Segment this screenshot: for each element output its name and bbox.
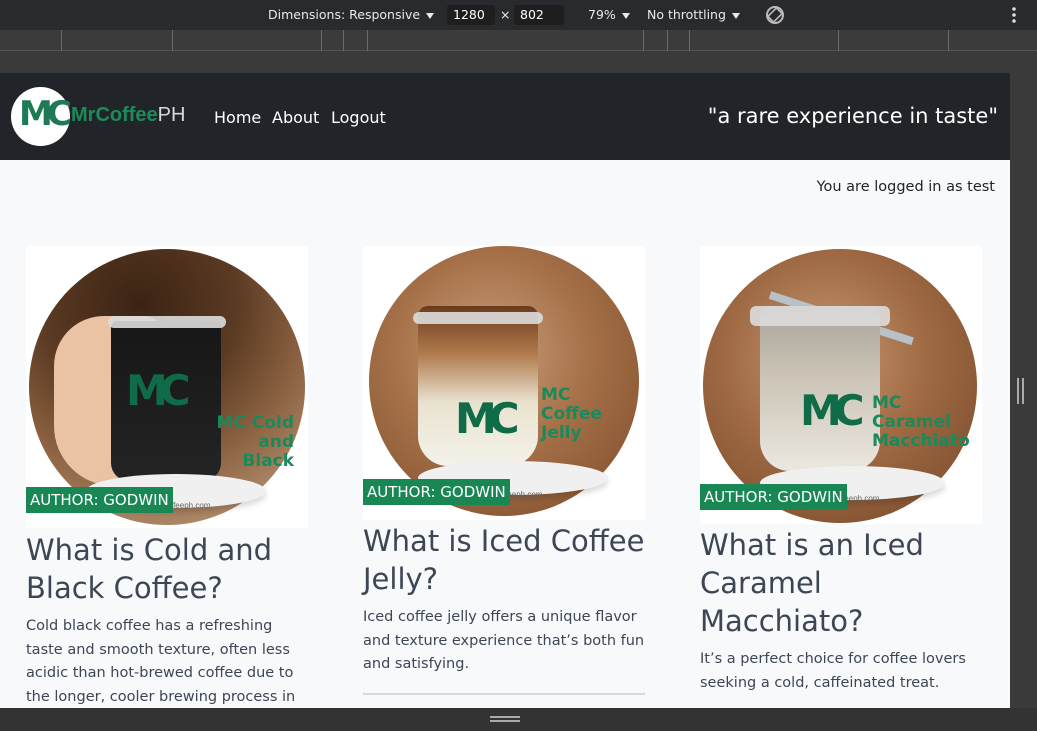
zoom-label: 79% (588, 7, 616, 22)
post-excerpt: Iced coffee jelly offers a unique flavor… (363, 609, 645, 672)
page-viewport: MC MrCoffeePH Home About Logout "a rare … (0, 73, 1010, 708)
post-title[interactable]: What is an Iced Caramel Macchiato? (700, 526, 982, 640)
tagline: "a rare experience in taste" (707, 104, 998, 128)
cup-lid (108, 316, 226, 328)
bottom-resize-handle-line (490, 720, 520, 722)
logo-mark: MC (19, 94, 72, 134)
rotate-icon[interactable] (763, 4, 787, 26)
zoom-dropdown[interactable]: 79% (588, 7, 630, 22)
cup-lid (750, 306, 890, 326)
post-card: MC MC Cold and Black ffeeph.com AUTHOR: … (26, 246, 308, 708)
dimensions-label: Dimensions: Responsive (268, 7, 421, 22)
brand-main: MrCoffee (71, 104, 158, 126)
post-card: MC MC Caramel Macchiato ffeeph.com AUTHO… (700, 246, 982, 695)
brand-suffix: PH (157, 104, 186, 126)
top-gutter (0, 51, 1037, 73)
product-label: MC Caramel Macchiato (872, 393, 970, 451)
width-input[interactable]: 1280 (447, 5, 495, 25)
product-label: MC Cold and Black (216, 413, 294, 471)
image-site-text: ffeeph.com (171, 501, 211, 510)
cup-logo-text: MC (126, 366, 191, 415)
bottom-resize-handle[interactable] (490, 716, 520, 718)
post-card: MC MC Coffee Jelly ffeeph.com AUTHOR: GO… (363, 246, 645, 695)
height-input[interactable]: 802 (514, 5, 564, 25)
author-badge: AUTHOR: GODWIN (26, 487, 173, 513)
post-image: MC MC Caramel Macchiato ffeeph.com AUTHO… (700, 246, 982, 524)
post-title[interactable]: What is Iced Coffee Jelly? (363, 522, 645, 598)
navbar: MC MrCoffeePH Home About Logout "a rare … (0, 73, 1010, 160)
times-symbol: × (500, 7, 511, 22)
chevron-down-icon (621, 12, 630, 19)
product-label: MC Coffee Jelly (541, 385, 602, 443)
side-resize-handle-line (1022, 378, 1024, 404)
cup-lid (413, 312, 543, 324)
nav-link-about[interactable]: About (272, 108, 319, 127)
card-divider (363, 692, 645, 695)
brand-logo[interactable]: MC (11, 87, 72, 146)
cup-logo-text: MC (800, 386, 865, 435)
media-query-ruler (0, 30, 1037, 51)
side-resize-handle[interactable] (1017, 378, 1019, 404)
throttling-dropdown[interactable]: No throttling (647, 7, 740, 22)
post-image: MC MC Cold and Black ffeeph.com AUTHOR: … (26, 246, 308, 528)
chevron-down-icon (731, 12, 740, 19)
post-image: MC MC Coffee Jelly ffeeph.com AUTHOR: GO… (363, 246, 645, 520)
author-badge: AUTHOR: GODWIN (363, 479, 510, 505)
dimensions-dropdown[interactable]: Dimensions: Responsive (268, 7, 435, 22)
throttling-label: No throttling (647, 7, 726, 22)
chevron-down-icon (426, 12, 435, 19)
nav-link-logout[interactable]: Logout (331, 108, 386, 127)
post-title[interactable]: What is Cold and Black Coffee? (26, 531, 308, 607)
more-vertical-icon[interactable] (1011, 6, 1017, 24)
post-excerpt: It’s a perfect choice for coffee lovers … (700, 651, 966, 691)
author-badge: AUTHOR: GODWIN (700, 484, 847, 510)
brand-name[interactable]: MrCoffeePH (71, 104, 185, 127)
cup-logo-text: MC (455, 394, 520, 443)
login-status: You are logged in as test (816, 179, 995, 195)
devtools-device-toolbar: Dimensions: Responsive 1280 × 802 79% No… (0, 0, 1037, 30)
post-excerpt: Cold black coffee has a refreshing taste… (26, 618, 296, 705)
nav-link-home[interactable]: Home (214, 108, 261, 127)
